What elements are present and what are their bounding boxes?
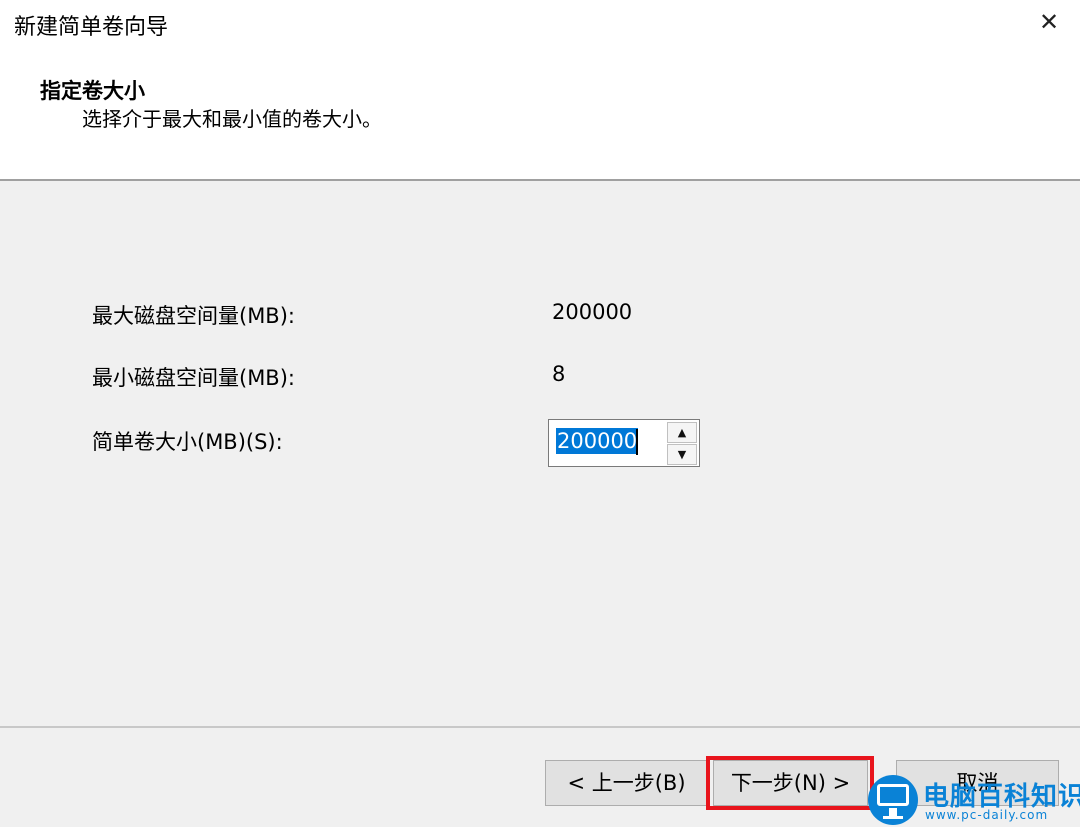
text-caret [636,429,638,455]
spin-down-button[interactable]: ▼ [667,444,697,465]
window-title: 新建简单卷向导 [14,15,169,40]
volume-size-input[interactable]: 200000 [556,428,639,454]
page-heading: 指定卷大小 [40,79,145,103]
watermark-url: www.pc-daily.com [925,808,1049,822]
monitor-icon [877,784,909,806]
wizard-header: 指定卷大小 选择介于最大和最小值的卷大小。 [0,50,1080,179]
watermark-logo-icon [868,775,918,825]
close-icon[interactable]: ✕ [1036,7,1062,37]
max-space-value: 200000 [552,300,633,324]
arrow-down-icon: ▼ [677,448,687,461]
watermark: 电脑百科知识 www.pc-daily.com [863,772,1080,827]
max-space-label: 最大磁盘空间量(MB): [92,304,295,328]
monitor-base [883,816,903,819]
next-button-highlight [706,756,874,810]
page-subheading: 选择介于最大和最小值的卷大小。 [82,107,382,131]
arrow-up-icon: ▲ [677,426,687,439]
title-bar: 新建简单卷向导 ✕ [0,0,1080,50]
min-space-value: 8 [552,362,566,386]
spin-up-button[interactable]: ▲ [667,422,697,443]
min-space-label: 最小磁盘空间量(MB): [92,366,295,390]
volume-size-label: 简单卷大小(MB)(S): [92,430,283,454]
volume-size-stepper[interactable]: 200000 ▲ ▼ [548,419,700,467]
back-button[interactable]: < 上一步(B) [545,760,708,806]
